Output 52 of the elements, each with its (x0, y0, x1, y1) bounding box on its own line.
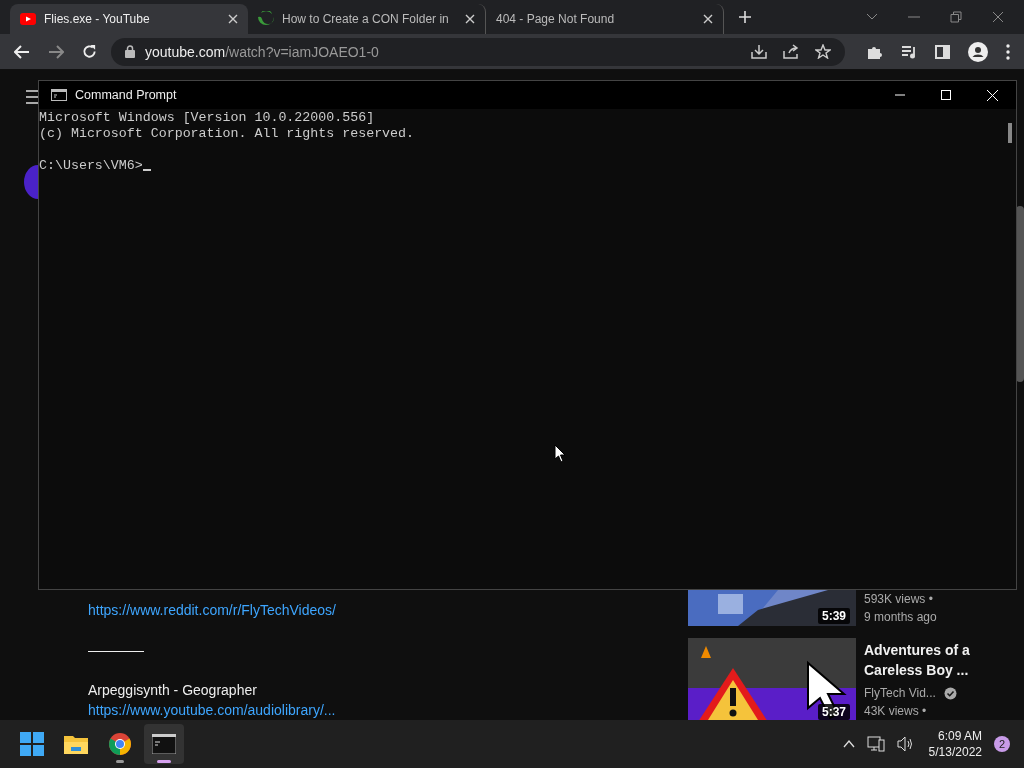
mouse-pointer-icon (554, 444, 566, 463)
description-text: Arpeggisynth - Geographer (88, 681, 258, 700)
maximize-icon[interactable] (941, 90, 951, 100)
speaker-icon[interactable] (896, 736, 915, 752)
taskbar-app[interactable] (144, 724, 184, 764)
scrollbar-thumb[interactable] (1008, 123, 1012, 143)
console-output: Microsoft Windows [Version 10.0.22000.556] (39, 110, 376, 126)
back-icon[interactable] (14, 44, 30, 59)
notification-badge[interactable]: 2 (994, 736, 1010, 752)
video-meta: 593K views • (864, 591, 934, 608)
chevron-down-icon[interactable] (866, 13, 878, 21)
window-title: Command Prompt (75, 88, 177, 102)
chevron-up-icon[interactable] (842, 740, 855, 748)
profile-icon[interactable] (968, 41, 988, 62)
browser-tab[interactable]: Flies.exe - YouTube (10, 4, 248, 34)
text-cursor (142, 169, 151, 171)
star-icon[interactable] (815, 44, 831, 59)
video-meta: 9 months ago (864, 609, 938, 626)
address-bar[interactable]: youtube.com/watch?v=iamJOAEO1-0 (111, 37, 845, 66)
new-tab-icon[interactable] (738, 10, 752, 24)
console-prompt: C:\Users\VM6> (39, 158, 143, 173)
description-link[interactable]: https://www.youtube.com/audiolibrary/... (88, 700, 648, 720)
swirl-logo-icon (258, 11, 274, 27)
menu-icon[interactable] (1006, 43, 1010, 60)
playlist-icon[interactable] (901, 44, 917, 59)
menu-icon[interactable] (26, 90, 38, 104)
video-meta: 43K views • (864, 703, 928, 720)
reload-icon[interactable] (82, 44, 97, 59)
channel-name[interactable]: FlyTech Vid... (864, 684, 936, 702)
chrome-logo-icon (108, 732, 132, 756)
close-icon[interactable] (228, 14, 238, 24)
play-logo-icon (20, 13, 36, 25)
description-link[interactable]: https://www.reddit.com/r/FlyTechVideos/ (88, 600, 648, 620)
terminal-icon (51, 89, 67, 101)
close-icon[interactable] (465, 14, 475, 24)
share-icon[interactable] (783, 44, 799, 59)
duration-badge: 5:37 (817, 704, 850, 720)
lock-icon (125, 45, 135, 58)
clock[interactable]: 6:09 AM 5/13/2022 (928, 728, 982, 760)
windows-logo-icon (20, 732, 44, 756)
folder-icon (63, 733, 89, 755)
description-text: ———— (88, 641, 145, 660)
console-output: (c) Microsoft Corporation. All rights reserved. (39, 126, 416, 142)
side-panel-icon[interactable] (935, 44, 950, 59)
download-icon[interactable] (751, 44, 767, 59)
close-icon[interactable] (703, 14, 713, 24)
network-icon[interactable] (866, 736, 885, 752)
video-title[interactable]: Adventures of a Careless Boy ... (864, 640, 1004, 680)
duration-badge: 5:39 (817, 608, 850, 624)
restore-icon[interactable] (950, 11, 962, 23)
forward-icon[interactable] (48, 44, 64, 59)
terminal-icon (152, 734, 176, 754)
